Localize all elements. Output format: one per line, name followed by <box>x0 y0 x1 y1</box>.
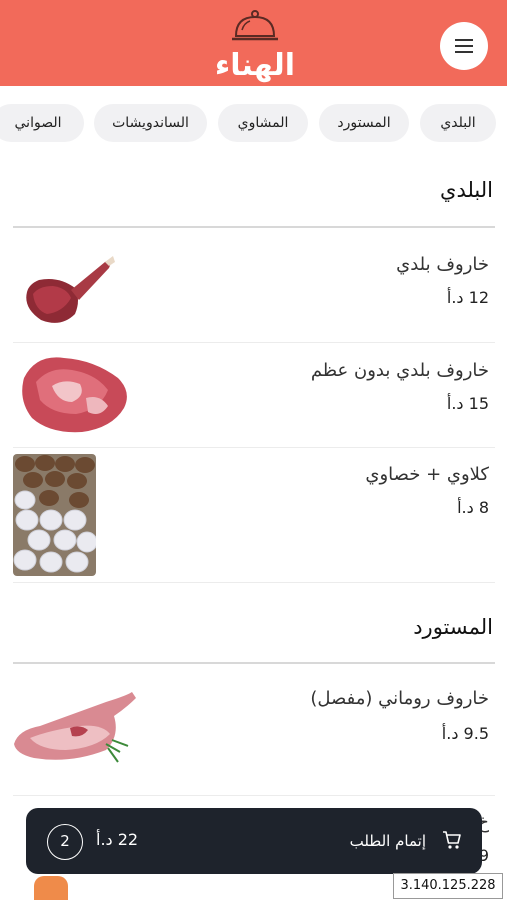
row-divider <box>13 447 495 448</box>
app-header: الهناء <box>0 0 507 86</box>
brand-name: الهناء <box>214 48 296 83</box>
product-item[interactable]: خاروف روماني (مفصل) 9.5 د.أ <box>0 672 507 792</box>
ip-address-label: 3.140.125.228 <box>393 873 503 899</box>
section-divider <box>13 662 495 664</box>
row-divider <box>13 342 495 343</box>
product-price: 12 د.أ <box>446 288 489 307</box>
section-divider <box>13 226 495 228</box>
hamburger-icon <box>455 39 473 53</box>
product-name: خاروف روماني (مفصل) <box>310 688 489 709</box>
section-title-imported: المستورد <box>413 615 493 639</box>
row-divider <box>13 795 495 796</box>
category-chip-baladi[interactable]: البلدي <box>420 104 496 142</box>
category-chip-sandwiches[interactable]: الساندويشات <box>94 104 207 142</box>
row-divider <box>13 582 495 583</box>
product-item[interactable]: خاروف بلدي بدون عظم 15 د.أ <box>0 344 507 448</box>
cart-count-badge: 2 <box>47 824 83 860</box>
menu-button[interactable] <box>440 22 488 70</box>
product-item[interactable]: كلاوي + خصاوي 8 د.أ <box>0 450 507 582</box>
cart-bar[interactable]: 2 22 د.أ إتمام الطلب <box>26 808 482 874</box>
product-price: 8 د.أ <box>457 498 489 517</box>
checkout-button[interactable]: إتمام الطلب <box>350 832 426 850</box>
product-image-partial <box>34 876 68 900</box>
category-chip-imported[interactable]: المستورد <box>319 104 409 142</box>
category-chip-grills[interactable]: المشاوي <box>218 104 308 142</box>
section-title-baladi: البلدي <box>440 178 493 202</box>
product-image <box>22 357 127 433</box>
product-image <box>13 454 96 576</box>
brand-logo[interactable]: الهناء <box>200 8 310 83</box>
product-name: خاروف بلدي بدون عظم <box>310 360 489 381</box>
category-tabs: البلدي المستورد المشاوي الساندويشات الصو… <box>0 104 507 144</box>
cloche-icon <box>232 10 278 41</box>
product-name: كلاوي + خصاوي <box>365 464 489 485</box>
product-item[interactable]: خاروف بلدي 12 د.أ <box>0 238 507 342</box>
cart-total: 22 د.أ <box>96 830 139 849</box>
product-name: خاروف بلدي <box>396 254 489 275</box>
product-image <box>26 256 115 323</box>
cart-icon <box>443 831 461 849</box>
product-image <box>14 692 136 763</box>
category-chip-trays[interactable]: الصواني <box>0 104 84 142</box>
product-price: 15 د.أ <box>446 394 489 413</box>
product-price: 9.5 د.أ <box>441 724 489 743</box>
